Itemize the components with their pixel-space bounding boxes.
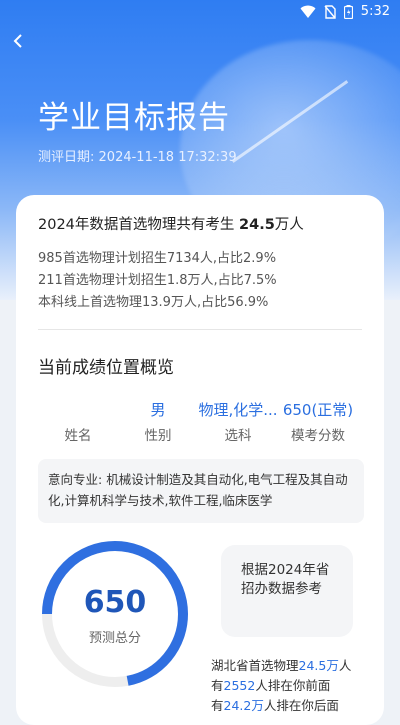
chevron-left-icon	[13, 34, 22, 48]
student-info-row: 姓名 男 性别 物理,化学... 选科 650(正常) 模考分数	[38, 399, 378, 449]
date-value: 2024-11-18 17:32:39	[98, 150, 237, 165]
rank-text: 湖北省首选物理	[211, 658, 299, 673]
section-title: 当前成绩位置概览	[38, 358, 174, 378]
info-name: 姓名	[38, 399, 118, 444]
assessment-date: 测评日期: 2024-11-18 17:32:39	[38, 146, 237, 165]
data-basis-note: 根据2024年省招办数据参考	[221, 545, 353, 637]
page-title: 学业目标报告	[38, 100, 230, 136]
rank-summary: 湖北省首选物理24.5万人 有2552人排在你前面 有24.2万人排在你后面	[211, 656, 381, 716]
date-label: 测评日期:	[38, 150, 95, 165]
summary-headline: 2024年数据首选物理共有考生 24.5万人	[38, 213, 304, 234]
rank-behind: 24.2万	[223, 698, 264, 713]
rank-text: 人	[338, 658, 352, 673]
predicted-score: 650	[83, 585, 147, 620]
rank-text: 有	[211, 678, 224, 693]
summary-line: 985首选物理计划招生7134人,占比2.9%	[38, 251, 277, 266]
summary-line: 211首选物理计划招生1.8万人,占比7.5%	[38, 273, 277, 288]
info-value: 男	[150, 401, 166, 419]
info-label: 性别	[144, 428, 172, 444]
predicted-score-label: 预测总分	[88, 631, 141, 646]
rank-text: 人排在你后面	[263, 698, 339, 713]
info-value: 物理,化学...	[198, 401, 278, 419]
no-sim-icon	[324, 4, 336, 19]
status-bar: 5:32	[0, 0, 400, 24]
info-subjects: 物理,化学... 选科	[198, 399, 278, 444]
report-card: 2024年数据首选物理共有考生 24.5万人 985首选物理计划招生7134人,…	[16, 195, 384, 725]
rank-ahead: 2552	[223, 678, 256, 693]
info-label: 选科	[224, 428, 252, 444]
majors-label: 意向专业:	[48, 472, 103, 487]
data-basis-text: 根据2024年省招办数据参考	[241, 562, 330, 597]
summary-head-count: 24.5	[239, 217, 275, 233]
intended-majors: 意向专业: 机械设计制造及其自动化,电气工程及其自动化,计算机科学与技术,软件工…	[38, 459, 364, 523]
summary-head-suffix: 万人	[274, 217, 304, 233]
clock: 5:32	[360, 4, 390, 19]
summary-line: 本科线上首选物理13.9万人,占比56.9%	[38, 295, 269, 310]
info-mock-score: 650(正常) 模考分数	[278, 399, 358, 444]
summary-head-prefix: 2024年数据首选物理共有考生	[38, 217, 235, 233]
info-gender: 男 性别	[118, 399, 198, 444]
info-label: 姓名	[64, 428, 92, 444]
info-value: 650(正常)	[282, 401, 354, 419]
divider	[38, 329, 362, 330]
back-button[interactable]	[8, 30, 30, 52]
rank-text: 有	[211, 698, 224, 713]
info-label: 模考分数	[291, 428, 345, 444]
info-value	[38, 399, 118, 421]
battery-icon	[343, 4, 353, 19]
rank-text: 人排在你前面	[255, 678, 331, 693]
rank-total: 24.5万	[298, 658, 339, 673]
wifi-icon	[300, 5, 316, 18]
